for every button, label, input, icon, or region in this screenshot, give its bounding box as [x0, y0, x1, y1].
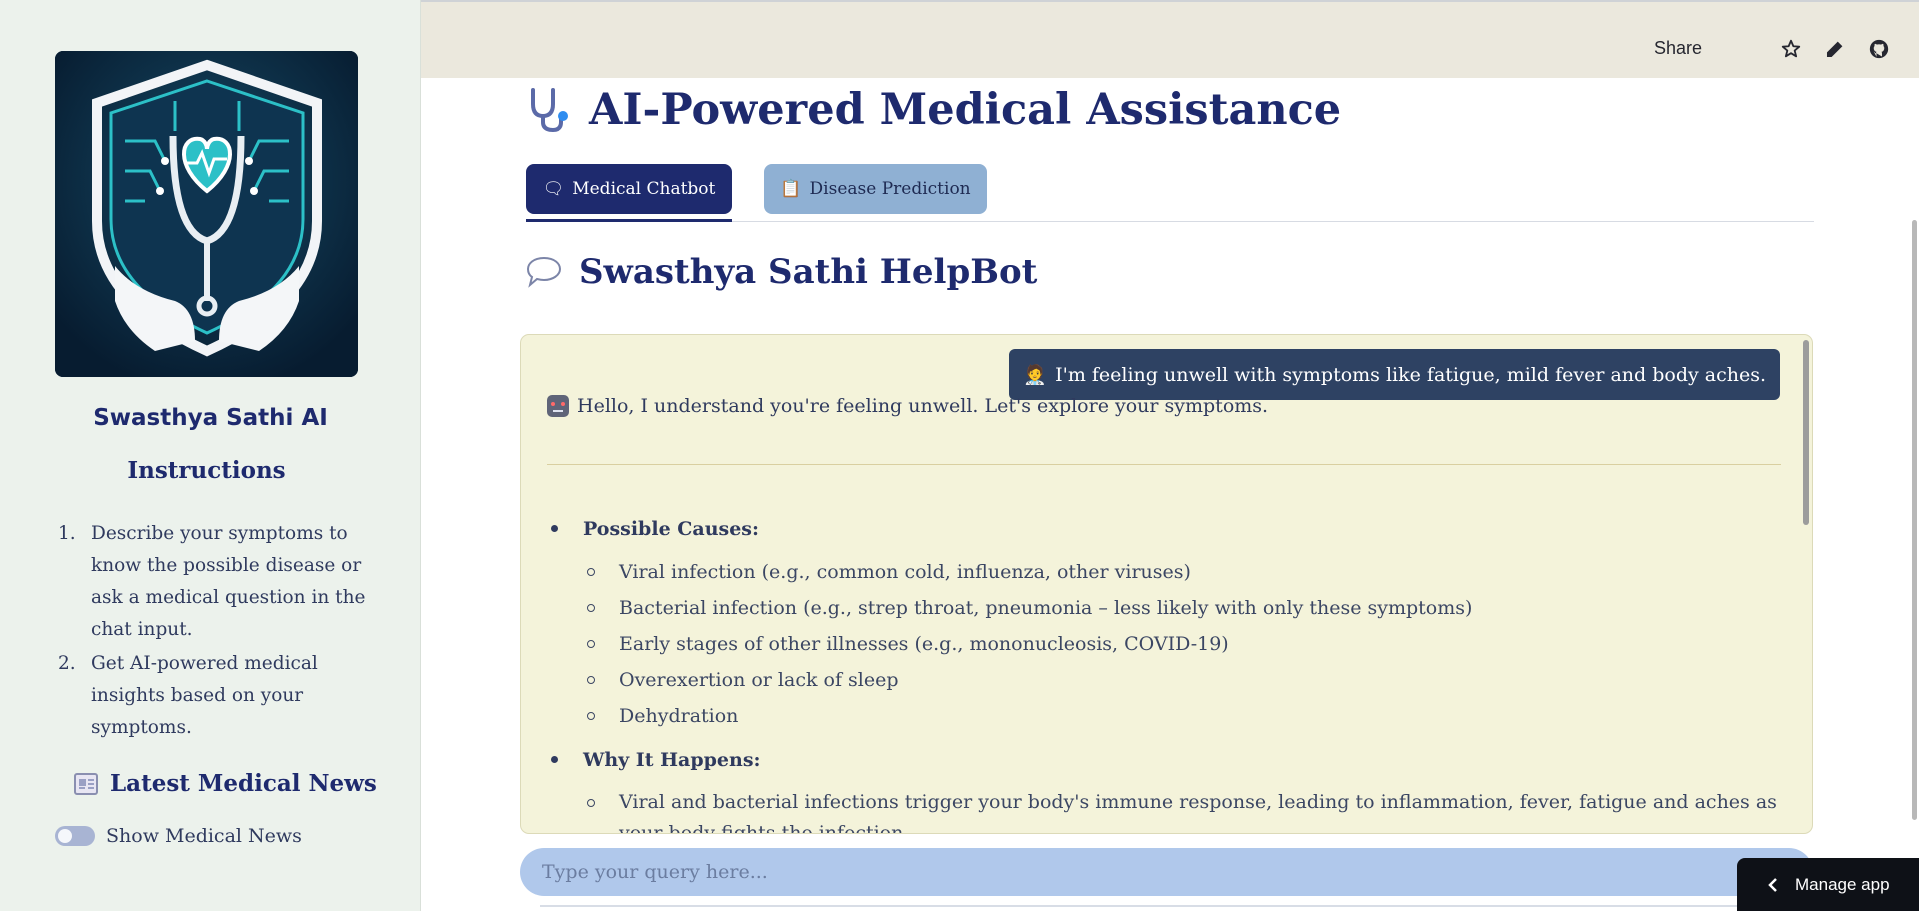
star-icon[interactable]	[1780, 38, 1802, 60]
list-item: Viral infection (e.g., common cold, infl…	[547, 554, 1787, 590]
input-underline	[540, 905, 1810, 907]
chat-scrollbar[interactable]	[1803, 340, 1809, 525]
instructions-list: 1. Describe your symptoms to know the pos…	[56, 518, 366, 746]
tab-disease-prediction[interactable]: 📋 Disease Prediction	[764, 164, 987, 214]
user-avatar-icon: 🧑‍⚕️	[1023, 364, 1048, 386]
helpbot-title: Swasthya Sathi HelpBot	[525, 252, 1037, 292]
brand-name: Swasthya Sathi AI	[93, 405, 328, 431]
instruction-item: 1. Describe your symptoms to know the pos…	[58, 523, 366, 640]
list-item: Overexertion or lack of sleep	[547, 662, 1787, 698]
tab-medical-chatbot[interactable]: 🗨 Medical Chatbot	[526, 164, 732, 214]
github-icon[interactable]	[1868, 38, 1890, 60]
show-news-toggle-row[interactable]: Show Medical News	[55, 825, 302, 847]
show-news-toggle[interactable]	[55, 826, 95, 846]
message-divider	[547, 464, 1781, 465]
section-heading: Possible Causes:	[547, 503, 1787, 554]
app-header: Share	[421, 0, 1919, 78]
instructions-title: Instructions	[127, 457, 286, 484]
more-vertical-icon[interactable]	[1912, 38, 1919, 60]
edit-icon[interactable]	[1824, 38, 1846, 60]
speech-bubble-icon: 🗨	[542, 179, 565, 199]
page-title: AI-Powered Medical Assistance	[525, 85, 1341, 135]
latest-news-heading: Latest Medical News	[74, 770, 377, 797]
share-button[interactable]: Share	[1654, 38, 1702, 59]
bot-intro-message: Hello, I understand you're feeling unwel…	[547, 395, 1268, 417]
clipboard-icon: 📋	[780, 179, 802, 199]
list-item: Early stages of other illnesses (e.g., m…	[547, 626, 1787, 662]
active-tab-indicator	[526, 219, 732, 222]
tab-bar: 🗨 Medical Chatbot 📋 Disease Prediction	[526, 164, 987, 214]
manage-app-button[interactable]: Manage app	[1737, 858, 1919, 911]
robot-icon	[547, 395, 569, 417]
section-heading: Why It Happens:	[547, 734, 1787, 785]
sidebar: Swasthya Sathi AI Instructions 1. Describ…	[0, 0, 421, 911]
list-item: Viral and bacterial infections trigger y…	[547, 785, 1787, 833]
bot-response: Possible Causes: Viral infection (e.g., …	[547, 503, 1787, 833]
instruction-item: 2. Get AI-powered medical insights based …	[58, 653, 318, 738]
speech-bubble-icon	[526, 256, 562, 288]
page-scrollbar[interactable]	[1912, 220, 1917, 820]
chat-input[interactable]	[520, 848, 1813, 896]
stethoscope-icon	[531, 88, 568, 133]
chevron-left-icon	[1768, 877, 1777, 892]
chat-container[interactable]: 🧑‍⚕️ I'm feeling unwell with symptoms li…	[520, 334, 1813, 834]
list-item: Bacterial infection (e.g., strep throat,…	[547, 590, 1787, 626]
swasthya-sathi-logo	[55, 51, 358, 377]
show-news-label: Show Medical News	[106, 825, 302, 847]
newspaper-icon	[74, 772, 98, 795]
user-message: 🧑‍⚕️ I'm feeling unwell with symptoms li…	[1009, 349, 1780, 400]
list-item: Dehydration	[547, 698, 1787, 734]
